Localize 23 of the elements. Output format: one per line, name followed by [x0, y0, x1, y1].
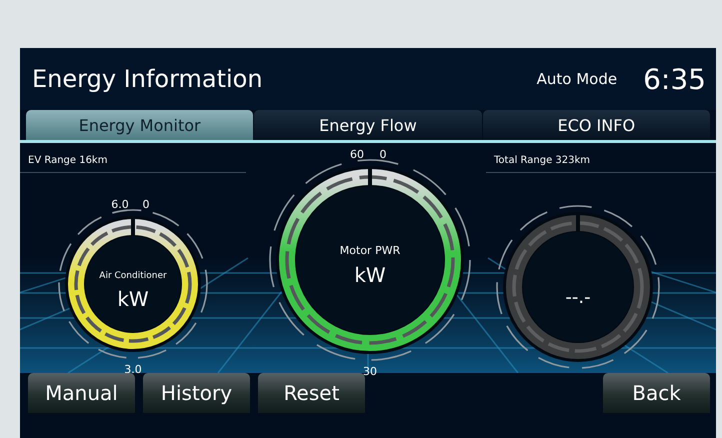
action-button[interactable]: Reset	[258, 373, 365, 413]
unit-label: kW	[117, 287, 149, 311]
gauge-label: Air Conditioner	[99, 271, 167, 281]
tab[interactable]: Energy Monitor	[26, 110, 254, 140]
tab[interactable]: ECO INFO	[482, 110, 710, 140]
tab[interactable]: Energy Flow	[254, 110, 482, 140]
ev-range-label: EV Range 16km	[20, 143, 246, 173]
action-button[interactable]: History	[143, 373, 250, 413]
scale-label: 0	[380, 148, 386, 161]
total-range-label: Total Range 323km	[486, 143, 716, 173]
clock: 6:35	[643, 62, 706, 96]
scale-label: 0	[142, 198, 150, 211]
screen-title: Energy Information	[32, 65, 264, 93]
gauge-label: Motor PWR	[340, 244, 400, 257]
scale-label: 30	[363, 365, 377, 378]
unit-label: kW	[354, 263, 386, 287]
scale-label: 60	[350, 148, 364, 161]
scale-label: 3.0	[124, 363, 142, 376]
mode-label: Auto Mode	[536, 70, 618, 88]
scale-label: 6.0	[111, 198, 129, 211]
action-button[interactable]: Manual	[28, 373, 135, 413]
back-button[interactable]: Back	[603, 373, 710, 413]
gauge-reading: --.-	[565, 287, 591, 308]
